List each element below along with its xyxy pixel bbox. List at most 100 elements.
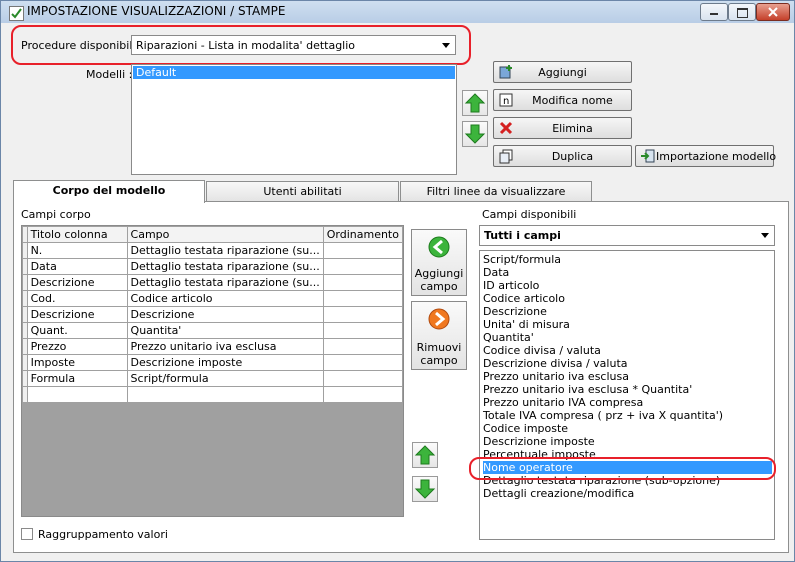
cell-ordinamento[interactable] [322,242,403,259]
cell-campo[interactable]: Codice articolo [126,290,324,307]
move-field-up-button[interactable] [412,442,438,468]
aggiungi-campo-line2: campo [420,280,458,293]
cell-titolo[interactable]: Descrizione [26,274,128,291]
list-item[interactable]: Unita' di misura [483,318,570,331]
minimize-button[interactable] [700,3,728,21]
importazione-modello-button-label: Importazione modello [656,150,777,163]
list-item[interactable]: Quantita' [483,331,534,344]
list-item[interactable]: Codice imposte [483,422,568,435]
cell-titolo[interactable]: Data [26,258,128,275]
arrow-left-circle-icon [428,236,450,258]
campi-corpo-grid[interactable]: Titolo colonna Campo Ordinamento N. Detta… [21,225,404,517]
move-model-down-button[interactable] [462,121,488,147]
list-item[interactable]: Descrizione imposte [483,435,595,448]
list-item[interactable]: Descrizione [483,305,547,318]
arrow-down-icon [414,479,436,499]
list-item[interactable]: Codice articolo [483,292,565,305]
rimuovi-campo-line1: Rimuovi [416,341,462,354]
minimize-icon [710,13,718,15]
list-item[interactable]: Descrizione divisa / valuta [483,357,628,370]
modelli-label: Modelli : [86,68,133,81]
col-header-ordinamento[interactable]: Ordinamento [322,226,403,243]
list-item[interactable]: Prezzo unitario iva esclusa [483,370,629,383]
col-header-campo[interactable]: Campo [126,226,324,243]
tab-corpo-del-modello[interactable]: Corpo del modello [13,180,205,203]
cell-titolo[interactable]: Descrizione [26,306,128,323]
aggiungi-button[interactable]: Aggiungi [493,61,632,83]
campi-corpo-label: Campi corpo [21,208,91,221]
campi-disponibili-label: Campi disponibili [482,208,577,221]
tab-utenti-abilitati[interactable]: Utenti abilitati [206,181,399,201]
cell-campo[interactable]: Script/formula [126,370,324,387]
cell-ordinamento[interactable] [322,274,403,291]
cell-ordinamento[interactable] [322,338,403,355]
cell-ordinamento[interactable] [322,386,403,403]
chevron-down-icon [761,233,769,238]
cell-campo[interactable]: Descrizione imposte [126,354,324,371]
cell-ordinamento[interactable] [322,258,403,275]
list-item[interactable]: ID articolo [483,279,539,292]
cell-campo[interactable]: Quantita' [126,322,324,339]
table-row[interactable]: Prezzo Prezzo unitario iva esclusa [22,338,403,355]
table-row[interactable] [22,386,403,403]
list-item[interactable]: Prezzo unitario IVA compresa [483,396,643,409]
modelli-list[interactable]: Default [131,64,457,175]
importazione-modello-button[interactable]: Importazione modello [635,145,777,167]
list-item[interactable]: Prezzo unitario iva esclusa * Quantita' [483,383,692,396]
maximize-icon [737,8,748,18]
cell-titolo[interactable]: N. [26,242,128,259]
close-button[interactable] [756,3,790,21]
cell-ordinamento[interactable] [322,370,403,387]
close-icon [768,7,778,17]
duplica-button[interactable]: Duplica [493,145,632,167]
table-row[interactable]: Imposte Descrizione imposte [22,354,403,371]
maximize-button[interactable] [728,3,756,21]
rimuovi-campo-button[interactable]: Rimuovi campo [411,301,467,370]
cell-campo[interactable]: Dettaglio testata riparazione (su... [126,258,324,275]
table-row[interactable]: Cod. Codice articolo [22,290,403,307]
cell-titolo[interactable]: Imposte [26,354,128,371]
cell-ordinamento[interactable] [322,322,403,339]
table-row[interactable]: N. Dettaglio testata riparazione (su... [22,242,403,259]
table-row[interactable]: Formula Script/formula [22,370,403,387]
aggiungi-campo-button[interactable]: Aggiungi campo [411,229,467,296]
elimina-button[interactable]: Elimina [493,117,632,139]
cell-ordinamento[interactable] [322,290,403,307]
tab-filtri-label: Filtri linee da visualizzare [426,185,566,198]
list-item[interactable]: Codice divisa / valuta [483,344,601,357]
move-model-up-button[interactable] [462,90,488,116]
cell-titolo[interactable]: Cod. [26,290,128,307]
modelli-item-default[interactable]: Default [133,66,455,79]
modifica-nome-button[interactable]: n Modifica nome [493,89,632,111]
table-row[interactable]: Data Dettaglio testata riparazione (su... [22,258,403,275]
list-item[interactable]: Totale IVA compresa ( prz + iva X quanti… [483,409,723,422]
title-bar[interactable]: IMPOSTAZIONE VISUALIZZAZIONI / STAMPE [1,1,794,23]
table-row[interactable]: Descrizione Dettaglio testata riparazione… [22,274,403,291]
rimuovi-campo-line2: campo [420,354,458,367]
campi-filter-select[interactable]: Tutti i campi [479,225,775,246]
cell-titolo[interactable]: Quant. [26,322,128,339]
cell-campo[interactable]: Prezzo unitario iva esclusa [126,338,324,355]
list-item[interactable]: Script/formula [483,253,561,266]
cell-titolo[interactable] [26,386,128,403]
arrow-up-icon [464,93,486,113]
elimina-button-label: Elimina [552,122,593,135]
list-item[interactable]: Data [483,266,509,279]
cell-ordinamento[interactable] [322,306,403,323]
col-header-titolo[interactable]: Titolo colonna [26,226,128,243]
raggruppamento-checkbox[interactable] [21,528,33,540]
tab-filtri-linee[interactable]: Filtri linee da visualizzare [400,181,592,201]
cell-campo[interactable] [126,386,324,403]
move-field-down-button[interactable] [412,476,438,502]
table-row[interactable]: Descrizione Descrizione [22,306,403,323]
duplica-button-label: Duplica [551,150,594,163]
cell-titolo[interactable]: Formula [26,370,128,387]
cell-campo[interactable]: Dettaglio testata riparazione (su... [126,274,324,291]
cell-titolo[interactable]: Prezzo [26,338,128,355]
cell-ordinamento[interactable] [322,354,403,371]
list-item[interactable]: Dettagli creazione/modifica [483,487,634,500]
campi-disponibili-list[interactable]: Script/formula Data ID articolo Codice arti… [479,250,775,540]
cell-campo[interactable]: Dettaglio testata riparazione (su... [126,242,324,259]
table-row[interactable]: Quant. Quantita' [22,322,403,339]
cell-campo[interactable]: Descrizione [126,306,324,323]
